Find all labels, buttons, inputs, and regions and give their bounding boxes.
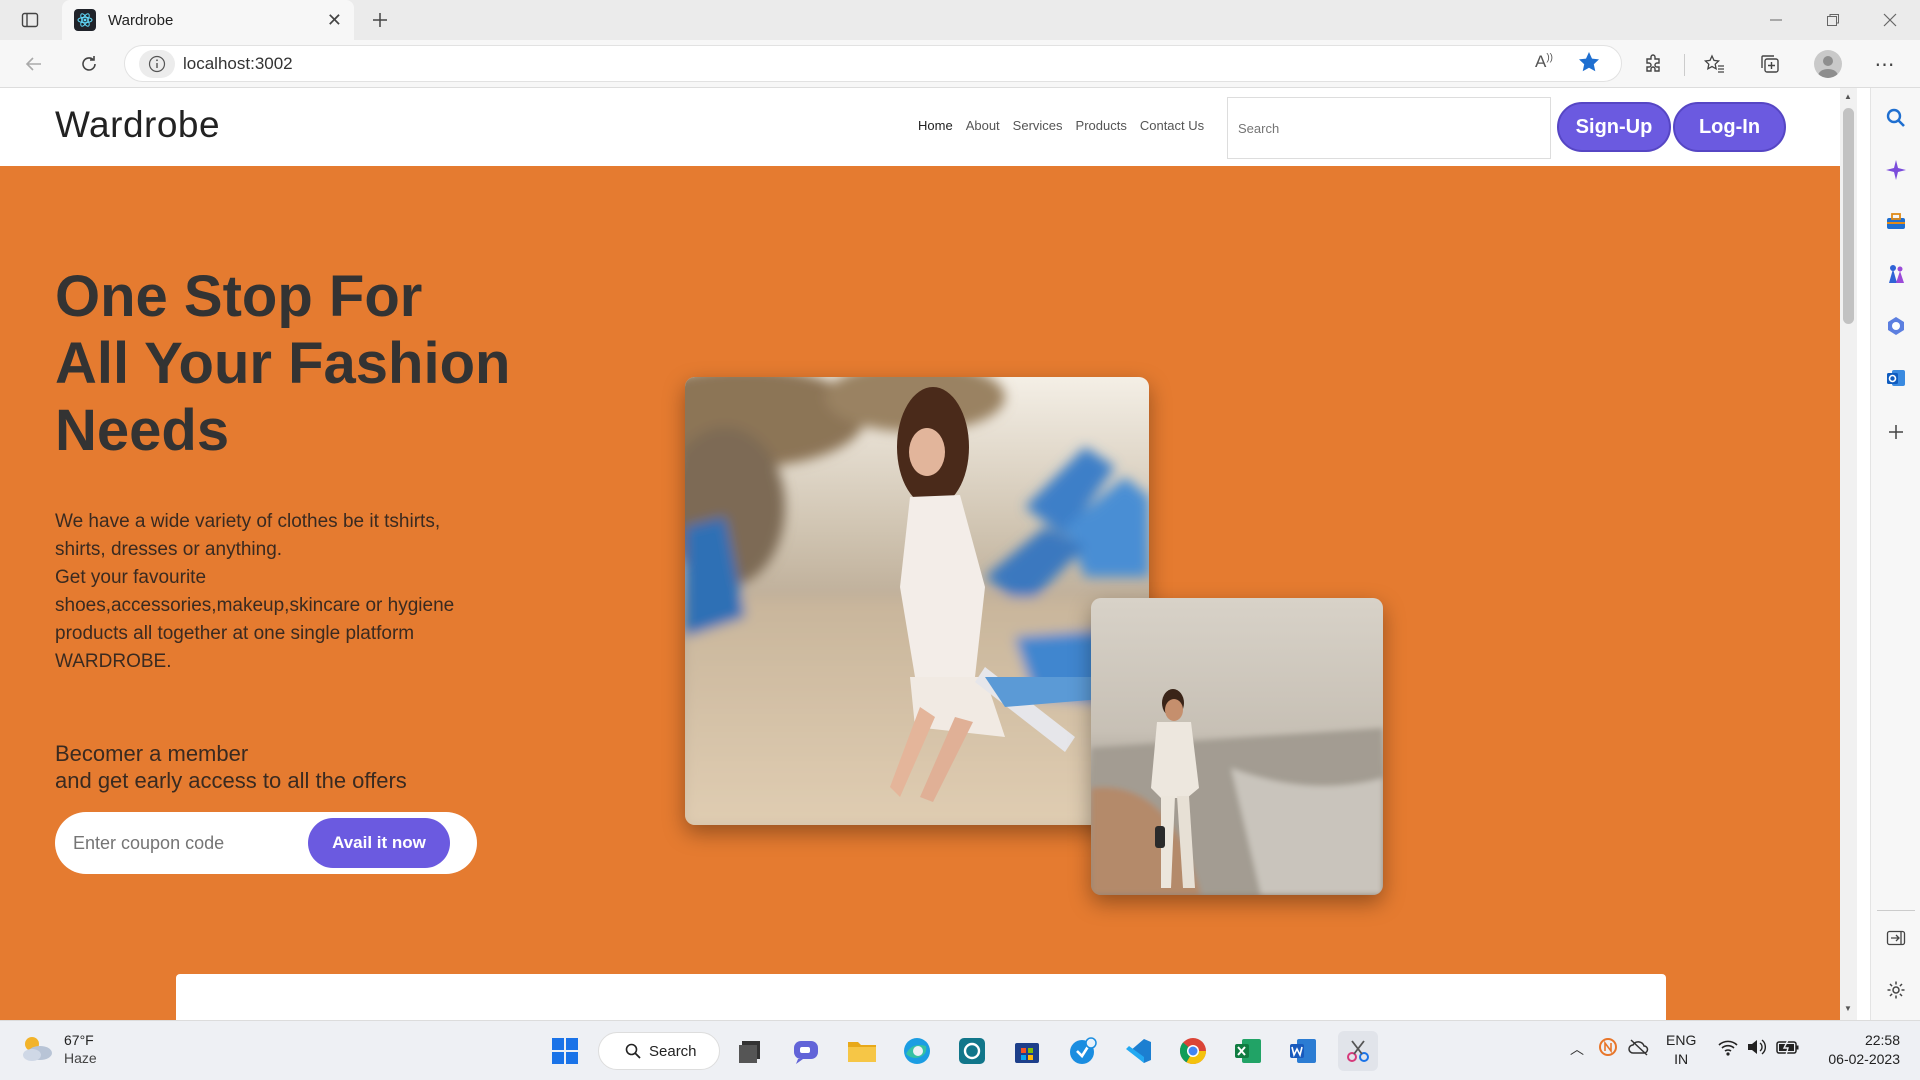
language-region: IN (1674, 1051, 1689, 1067)
minimize-icon[interactable] (1758, 2, 1794, 38)
sidebar-outlook-icon[interactable] (1878, 360, 1914, 396)
wifi-icon[interactable] (1718, 1038, 1738, 1056)
sidebar-games-icon[interactable] (1878, 256, 1914, 292)
clock-time: 22:58 (1864, 1032, 1900, 1048)
nav-home[interactable]: Home (918, 118, 953, 133)
favorites-icon[interactable] (1696, 46, 1732, 82)
sidebar-settings-icon[interactable] (1878, 972, 1914, 1008)
battery-icon[interactable] (1776, 1038, 1800, 1056)
refresh-icon[interactable] (71, 46, 107, 82)
favorite-star-icon[interactable] (1577, 50, 1601, 74)
sidebar-divider (1877, 910, 1915, 911)
close-tab-icon[interactable]: ✕ (327, 10, 342, 31)
extensions-icon[interactable] (1636, 46, 1672, 82)
weather-desc: Haze (64, 1050, 97, 1066)
tab-actions-icon[interactable] (12, 2, 48, 38)
sidebar-search-icon[interactable] (1878, 100, 1914, 136)
app-icon-blue[interactable] (1063, 1031, 1103, 1071)
page-viewport: Wardrobe Home About Services Products Co… (0, 88, 1840, 1020)
hero-headline-line: One Stop For (55, 264, 423, 329)
volume-icon[interactable] (1746, 1038, 1766, 1056)
avail-button[interactable]: Avail it now (308, 818, 450, 868)
clock-date: 06-02-2023 (1828, 1051, 1900, 1067)
show-hidden-icons-icon[interactable]: ︿ (1570, 1039, 1584, 1059)
member-text: Becomer a member and get early access to… (55, 740, 407, 794)
hero-headline-line: All Your Fashion (55, 331, 511, 396)
word-icon[interactable] (1283, 1031, 1323, 1071)
sidebar-add-icon[interactable] (1878, 414, 1914, 450)
teams-chat-icon[interactable] (786, 1031, 826, 1071)
start-icon[interactable] (545, 1031, 585, 1071)
browser-toolbar: localhost:3002 A)) ⋯ (0, 40, 1920, 88)
chrome-icon[interactable] (1173, 1031, 1213, 1071)
member-line-2: and get early access to all the offers (55, 768, 407, 793)
more-options-icon[interactable]: ⋯ (1867, 46, 1903, 82)
weather-haze-icon (23, 1037, 52, 1061)
url-text: localhost:3002 (183, 53, 293, 73)
edge-browser-icon[interactable] (897, 1031, 937, 1071)
close-window-icon[interactable] (1872, 2, 1908, 38)
task-view-icon[interactable] (730, 1031, 770, 1071)
site-navbar: Wardrobe Home About Services Products Co… (0, 88, 1840, 166)
nav-contact-us[interactable]: Contact Us (1140, 118, 1204, 133)
profile-avatar[interactable] (1814, 50, 1842, 78)
react-favicon-icon (74, 9, 96, 31)
app-icon-teal[interactable] (952, 1031, 992, 1071)
nav-about[interactable]: About (966, 118, 1000, 133)
site-info-icon[interactable] (139, 49, 175, 78)
weather-widget[interactable]: 67°F Haze (20, 1031, 97, 1067)
sidebar-hide-icon[interactable] (1878, 920, 1914, 956)
search-icon (625, 1043, 641, 1059)
coupon-input[interactable] (73, 828, 293, 858)
vscode-icon[interactable] (1118, 1031, 1158, 1071)
taskbar-search-label: Search (649, 1042, 697, 1060)
man-beach-photo (1091, 598, 1383, 895)
site-logo[interactable]: Wardrobe (55, 104, 220, 146)
sidebar-office-icon[interactable] (1878, 308, 1914, 344)
address-bar[interactable]: localhost:3002 A)) (124, 45, 1622, 82)
woman-beach-photo (685, 377, 1149, 825)
hero-headline-line: Needs (55, 398, 230, 463)
content-card (176, 974, 1666, 1020)
toolbar-divider (1684, 54, 1685, 76)
onedrive-offline-icon[interactable] (1628, 1037, 1650, 1057)
read-aloud-icon[interactable]: A)) (1535, 52, 1553, 72)
snipping-tool-icon[interactable] (1338, 1031, 1378, 1071)
sidebar-tools-icon[interactable] (1878, 204, 1914, 240)
edge-sidebar (1870, 88, 1920, 1020)
new-tab-icon[interactable] (362, 2, 398, 38)
coupon-form: Avail it now (55, 812, 477, 874)
login-button[interactable]: Log-In (1673, 102, 1786, 152)
browser-tab[interactable]: Wardrobe ✕ (62, 0, 354, 40)
scroll-up-icon[interactable]: ▲ (1844, 92, 1852, 101)
scroll-down-icon[interactable]: ▼ (1844, 1004, 1852, 1013)
file-explorer-icon[interactable] (842, 1031, 882, 1071)
scrollbar-thumb[interactable] (1843, 108, 1854, 324)
weather-temp: 67°F (64, 1032, 94, 1048)
hero-headline: One Stop For All Your Fashion Needs (55, 263, 615, 464)
back-icon[interactable] (16, 46, 52, 82)
signup-button[interactable]: Sign-Up (1557, 102, 1671, 152)
clock[interactable]: 22:58 06-02-2023 (1812, 1031, 1900, 1069)
search-input[interactable] (1227, 97, 1551, 159)
browser-tab-bar: Wardrobe ✕ (0, 0, 1920, 40)
nav-links: Home About Services Products Contact Us (918, 118, 1204, 133)
language-code: ENG (1666, 1032, 1697, 1048)
nav-products[interactable]: Products (1076, 118, 1127, 133)
collections-icon[interactable] (1752, 46, 1788, 82)
member-line-1: Becomer a member (55, 741, 249, 766)
excel-icon[interactable] (1228, 1031, 1268, 1071)
sidebar-copilot-icon[interactable] (1878, 152, 1914, 188)
taskbar-search[interactable]: Search (598, 1032, 720, 1070)
language-indicator[interactable]: ENG IN (1666, 1031, 1696, 1069)
restore-icon[interactable] (1815, 2, 1851, 38)
description-line: Get your favourite shoes,accessories,mak… (55, 567, 455, 672)
hero-description: We have a wide variety of clothes be it … (55, 508, 485, 676)
tab-title: Wardrobe (108, 11, 174, 29)
microsoft-store-icon[interactable] (1007, 1031, 1047, 1071)
tray-app-icon[interactable] (1598, 1037, 1618, 1057)
nav-services[interactable]: Services (1013, 118, 1063, 133)
windows-taskbar: 67°F Haze Search ︿ ENG IN 22:58 06-02-20… (0, 1020, 1920, 1080)
description-line: We have a wide variety of clothes be it … (55, 511, 441, 560)
